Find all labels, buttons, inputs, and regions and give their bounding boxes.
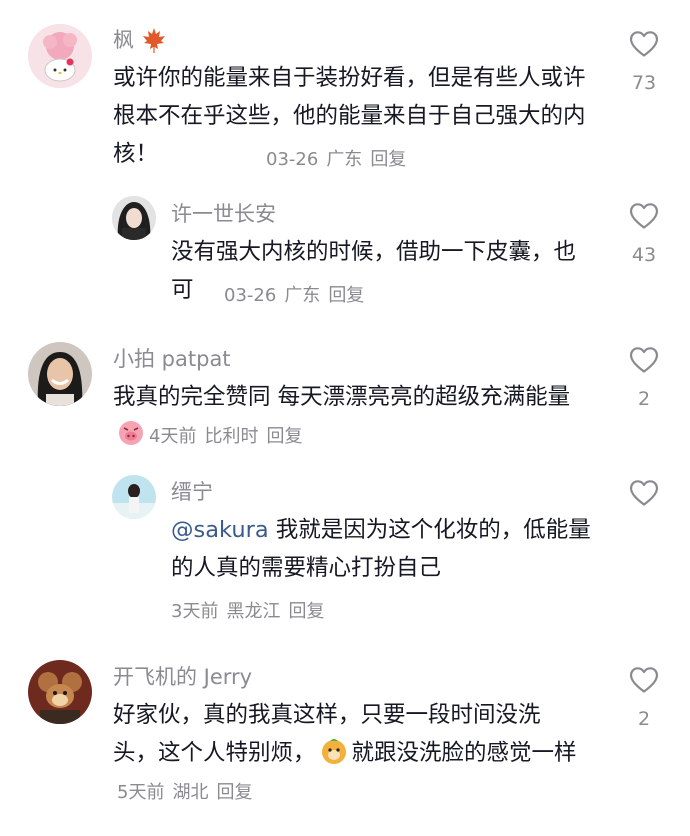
comment-date: 03-26 bbox=[266, 149, 319, 170]
comment-text-after: 就跟没洗脸的感觉一样 bbox=[351, 740, 577, 766]
reply-button[interactable]: 回复 bbox=[328, 285, 364, 306]
comment-meta: 03-26 广东 回复 bbox=[224, 281, 372, 307]
comment-date: 5天前 bbox=[117, 782, 165, 803]
comment-meta: 4天前 比利时 回复 bbox=[149, 426, 310, 447]
like-button[interactable] bbox=[616, 477, 672, 521]
reply-button[interactable]: 回复 bbox=[216, 782, 252, 803]
reply-button[interactable]: 回复 bbox=[370, 149, 406, 170]
dark-hair-avatar-image bbox=[112, 196, 156, 240]
username[interactable]: 许一世长安 bbox=[171, 199, 601, 229]
username[interactable]: 开飞机的 Jerry bbox=[113, 662, 583, 692]
heart-icon[interactable] bbox=[628, 664, 660, 696]
avatar[interactable] bbox=[112, 475, 156, 519]
orange-face-emoji-icon bbox=[320, 737, 348, 765]
heart-icon[interactable] bbox=[628, 28, 660, 60]
comment-text: @sakura 我就是因为这个化妆的，低能量的人真的需要精心打扮自己 bbox=[171, 511, 601, 587]
heart-icon[interactable] bbox=[628, 344, 660, 376]
like-count: 73 bbox=[631, 72, 657, 94]
comment-text-main: 我真的完全赞同 每天漂漂亮亮的超级充满能量 bbox=[113, 384, 571, 410]
username-text[interactable]: 枫 bbox=[113, 25, 134, 55]
comment-meta: 5天前 湖北 回复 bbox=[117, 782, 260, 803]
like-count: 2 bbox=[637, 388, 651, 410]
girl-outdoor-avatar-image bbox=[112, 475, 156, 519]
reply-button[interactable]: 回复 bbox=[266, 426, 302, 447]
like-button[interactable]: 2 bbox=[616, 664, 672, 730]
like-button[interactable]: 43 bbox=[616, 200, 672, 266]
username[interactable]: 枫 bbox=[113, 25, 593, 55]
comment-location: 湖北 bbox=[172, 782, 209, 803]
pig-face-emoji-icon bbox=[117, 419, 145, 447]
hello-kitty-sakura-avatar-image bbox=[28, 24, 92, 88]
comment-location: 广东 bbox=[326, 149, 363, 170]
username[interactable]: 缙宁 bbox=[171, 477, 601, 507]
comment-date: 4天前 bbox=[149, 426, 197, 447]
comment-location: 广东 bbox=[284, 285, 321, 306]
like-count: 2 bbox=[637, 708, 651, 730]
username[interactable]: 小拍 patpat bbox=[113, 344, 603, 374]
reply-button[interactable]: 回复 bbox=[288, 601, 324, 622]
avatar[interactable] bbox=[28, 24, 92, 88]
comment-location: 黑龙江 bbox=[226, 601, 281, 622]
avatar[interactable] bbox=[112, 196, 156, 240]
avatar[interactable] bbox=[28, 342, 92, 406]
comment-meta: 03-26 广东 回复 bbox=[266, 145, 414, 171]
maple-leaf-icon bbox=[143, 28, 165, 53]
comment-text: 好家伙，真的我真这样，只要一段时间没洗头，这个人特别烦， 就跟没洗脸的感觉一样 … bbox=[113, 696, 583, 812]
like-count: 43 bbox=[631, 244, 657, 266]
comment-meta: 3天前 黑龙江 回复 bbox=[171, 597, 601, 623]
comment-location: 比利时 bbox=[204, 426, 259, 447]
like-button[interactable]: 73 bbox=[616, 28, 672, 94]
heart-icon[interactable] bbox=[628, 477, 660, 509]
jerry-mouse-avatar-image bbox=[28, 660, 92, 724]
mention-link[interactable]: @sakura bbox=[171, 517, 269, 543]
comment-date: 03-26 bbox=[224, 285, 277, 306]
comment-date: 3天前 bbox=[171, 601, 219, 622]
comment-text: 我真的完全赞同 每天漂漂亮亮的超级充满能量 4天前 比利时 回复 bbox=[113, 378, 603, 456]
smiling-woman-avatar-image bbox=[28, 342, 92, 406]
like-button[interactable]: 2 bbox=[616, 344, 672, 410]
heart-icon[interactable] bbox=[628, 200, 660, 232]
avatar[interactable] bbox=[28, 660, 92, 724]
